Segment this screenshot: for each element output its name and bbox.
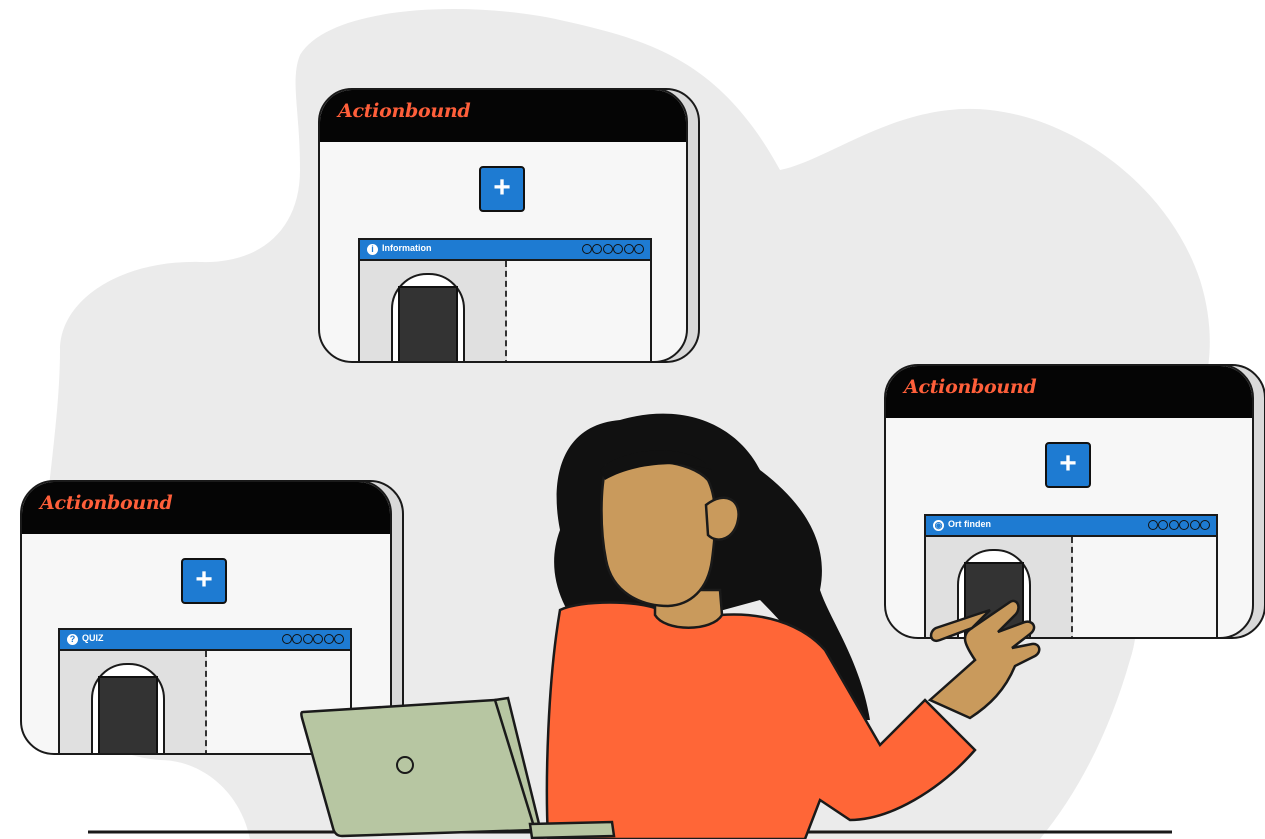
- laptop-base: [528, 820, 616, 839]
- illustration-stage: Actionbound + i Information Actionbound …: [0, 0, 1265, 839]
- laptop-illustration: [300, 696, 616, 839]
